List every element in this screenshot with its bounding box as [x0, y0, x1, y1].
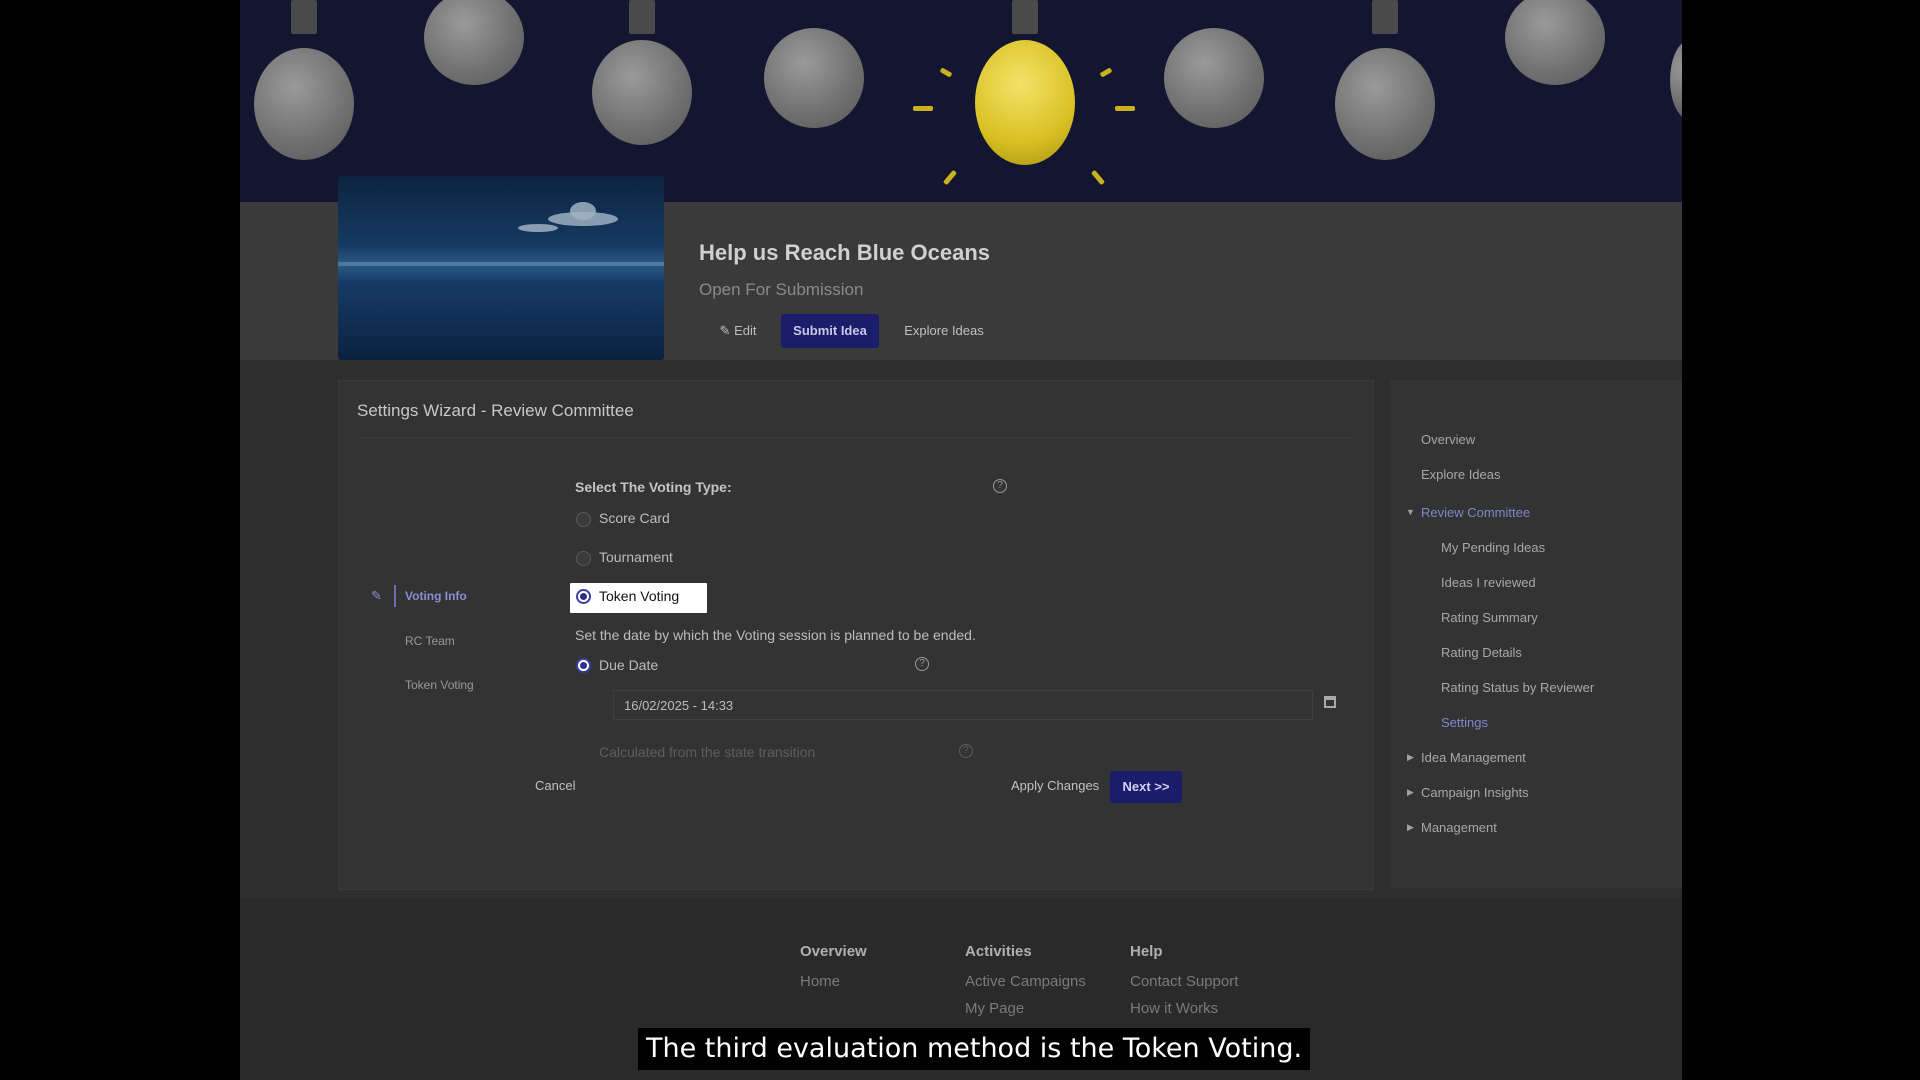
help-icon[interactable]: ? [959, 744, 973, 758]
campaign-banner [240, 0, 1682, 202]
pencil-icon: ✎ [371, 588, 382, 603]
light-ray [1090, 169, 1106, 186]
campaign-title: Help us Reach Blue Oceans [699, 240, 990, 265]
footer-link-my-page[interactable]: My Page [965, 1000, 1024, 1017]
light-ray [939, 67, 953, 78]
sidebar-item-review-committee[interactable]: Review Committee [1421, 505, 1530, 520]
wizard-title: Settings Wizard - Review Committee [357, 401, 634, 420]
wizard-step-voting-info[interactable]: Voting Info [405, 589, 467, 603]
active-step-indicator [394, 585, 396, 607]
lightbulb-icon [254, 0, 354, 160]
light-ray [1115, 106, 1135, 111]
chevron-down-icon[interactable]: ▼ [1406, 507, 1415, 517]
campaign-sidebar: Overview Explore Ideas ▼ Review Committe… [1390, 380, 1682, 888]
edit-button[interactable]: ✎ Edit [710, 314, 766, 348]
lightbulb-icon [1505, 0, 1605, 85]
sidebar-item-management[interactable]: Management [1421, 820, 1497, 835]
token-voting-label: Token Voting [599, 588, 680, 604]
footer-link-home[interactable]: Home [800, 973, 840, 990]
edit-label: Edit [734, 323, 757, 338]
lightbulb-icon [424, 0, 524, 85]
tournament-radio[interactable] [576, 551, 591, 566]
wizard-step-rc-team[interactable]: RC Team [405, 634, 455, 648]
tournament-label: Tournament [599, 549, 673, 565]
pencil-icon: ✎ [719, 323, 731, 338]
sidebar-item-rating-summary[interactable]: Rating Summary [1441, 610, 1538, 625]
calendar-icon[interactable] [1324, 696, 1336, 708]
score-card-radio[interactable] [576, 512, 591, 527]
submit-idea-button[interactable]: Submit Idea [781, 314, 879, 348]
light-ray [1099, 67, 1113, 78]
chevron-right-icon[interactable]: ▶ [1407, 787, 1414, 798]
lightbulb-icon [764, 0, 864, 128]
sidebar-item-ideas-reviewed[interactable]: Ideas I reviewed [1441, 575, 1536, 590]
sidebar-item-idea-management[interactable]: Idea Management [1421, 750, 1526, 765]
sidebar-item-campaign-insights[interactable]: Campaign Insights [1421, 785, 1529, 800]
chevron-right-icon[interactable]: ▶ [1407, 752, 1414, 763]
campaign-image [338, 176, 664, 360]
voting-type-label: Select The Voting Type: [575, 479, 732, 495]
footer-link-active-campaigns[interactable]: Active Campaigns [965, 973, 1086, 990]
explore-ideas-button[interactable]: Explore Ideas [891, 314, 997, 348]
help-icon[interactable]: ? [993, 479, 1007, 493]
lightbulb-icon [1670, 40, 1682, 120]
due-date-input[interactable]: 16/02/2025 - 14:33 [613, 690, 1313, 720]
app-page: Help us Reach Blue Oceans Open For Submi… [240, 0, 1682, 1080]
light-ray [913, 106, 933, 111]
lightbulb-icon [1335, 0, 1435, 160]
footer-link-how-it-works[interactable]: How it Works [1130, 1000, 1218, 1017]
apply-changes-button[interactable]: Apply Changes [1011, 778, 1099, 793]
lit-lightbulb-icon [975, 0, 1075, 165]
lightbulb-icon [1164, 0, 1264, 128]
light-ray [942, 169, 958, 186]
cancel-button[interactable]: Cancel [535, 778, 575, 793]
wizard-step-token-voting[interactable]: Token Voting [405, 678, 474, 692]
sidebar-item-rating-status[interactable]: Rating Status by Reviewer [1441, 680, 1594, 695]
sidebar-item-settings[interactable]: Settings [1441, 715, 1488, 730]
video-subtitle: The third evaluation method is the Token… [638, 1028, 1311, 1070]
sidebar-item-rating-details[interactable]: Rating Details [1441, 645, 1522, 660]
date-instruction: Set the date by which the Voting session… [575, 627, 976, 643]
footer-heading-overview: Overview [800, 943, 867, 960]
score-card-label: Score Card [599, 510, 670, 526]
due-date-label: Due Date [599, 657, 659, 673]
calculated-label: Calculated from the state transition [599, 744, 816, 760]
divider [357, 437, 1355, 438]
sidebar-item-explore-ideas[interactable]: Explore Ideas [1421, 467, 1501, 482]
next-button[interactable]: Next >> [1110, 771, 1182, 803]
footer-link-contact-support[interactable]: Contact Support [1130, 973, 1238, 990]
sidebar-item-my-pending-ideas[interactable]: My Pending Ideas [1441, 540, 1545, 555]
lightbulb-icon [592, 0, 692, 145]
help-icon[interactable]: ? [915, 657, 929, 671]
settings-wizard: Settings Wizard - Review Committee ✎ Vot… [338, 380, 1374, 890]
chevron-right-icon[interactable]: ▶ [1407, 822, 1414, 833]
token-voting-radio[interactable] [576, 589, 591, 604]
footer-heading-activities: Activities [965, 943, 1032, 960]
campaign-status: Open For Submission [699, 280, 864, 299]
due-date-radio[interactable] [576, 658, 591, 673]
sidebar-item-overview[interactable]: Overview [1421, 432, 1475, 447]
footer-heading-help: Help [1130, 943, 1163, 960]
